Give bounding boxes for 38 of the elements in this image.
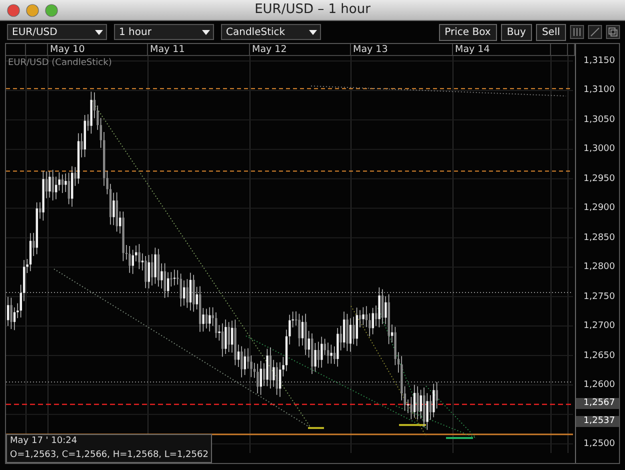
toolbar-button[interactable]: Price Box: [438, 24, 497, 40]
chart-legend: EUR/USD (CandleStick): [8, 57, 112, 70]
price-label: 1,2900: [584, 202, 615, 216]
price-label: 1,3000: [584, 143, 615, 156]
price-label: 1,3050: [584, 114, 615, 127]
grid-icon[interactable]: [570, 25, 584, 39]
price-label: 1,2800: [584, 261, 615, 274]
window-title: EUR/USD – 1 hour: [254, 1, 370, 20]
price-label: 1,2650: [584, 350, 615, 362]
date-label: May 12: [250, 44, 351, 55]
price-label: 1,3100: [584, 84, 615, 98]
price-label: 1,2750: [584, 290, 615, 304]
date-label: May 10: [48, 44, 148, 55]
minimize-icon[interactable]: [26, 4, 39, 17]
ohlc-tooltip: May 17 ' 10:24 O=1,2563, C=1,2566, H=1,2568, L=1,2562: [6, 434, 212, 463]
level-marker: [399, 424, 426, 426]
price-label: 1,2600: [584, 378, 615, 392]
price-tag: 1,2537: [576, 416, 619, 428]
toolbar-button[interactable]: Sell: [536, 24, 566, 40]
price-label: 1,2500: [584, 438, 615, 451]
toolbar-button[interactable]: Buy: [500, 24, 532, 40]
date-label: May 11: [148, 44, 250, 55]
price-label: 1,2700: [584, 320, 615, 334]
symbol-dropdown[interactable]: EUR/USD: [7, 24, 107, 40]
date-label: May 13: [351, 44, 453, 55]
level-marker: [446, 437, 473, 439]
window-icon[interactable]: [606, 25, 620, 39]
price-label: 1,3150: [584, 55, 615, 68]
level-marker: [308, 427, 324, 429]
line-icon[interactable]: [588, 25, 602, 39]
zoom-icon[interactable]: [45, 4, 58, 17]
date-label: May 14: [453, 44, 551, 55]
price-label: 1,2950: [584, 172, 615, 186]
price-label: 1,2850: [584, 232, 615, 245]
interval-dropdown[interactable]: 1 hour: [114, 24, 214, 40]
price-tag: 1,2567: [576, 398, 619, 410]
chart-type-dropdown[interactable]: CandleStick: [221, 24, 321, 40]
close-icon[interactable]: [7, 4, 20, 17]
